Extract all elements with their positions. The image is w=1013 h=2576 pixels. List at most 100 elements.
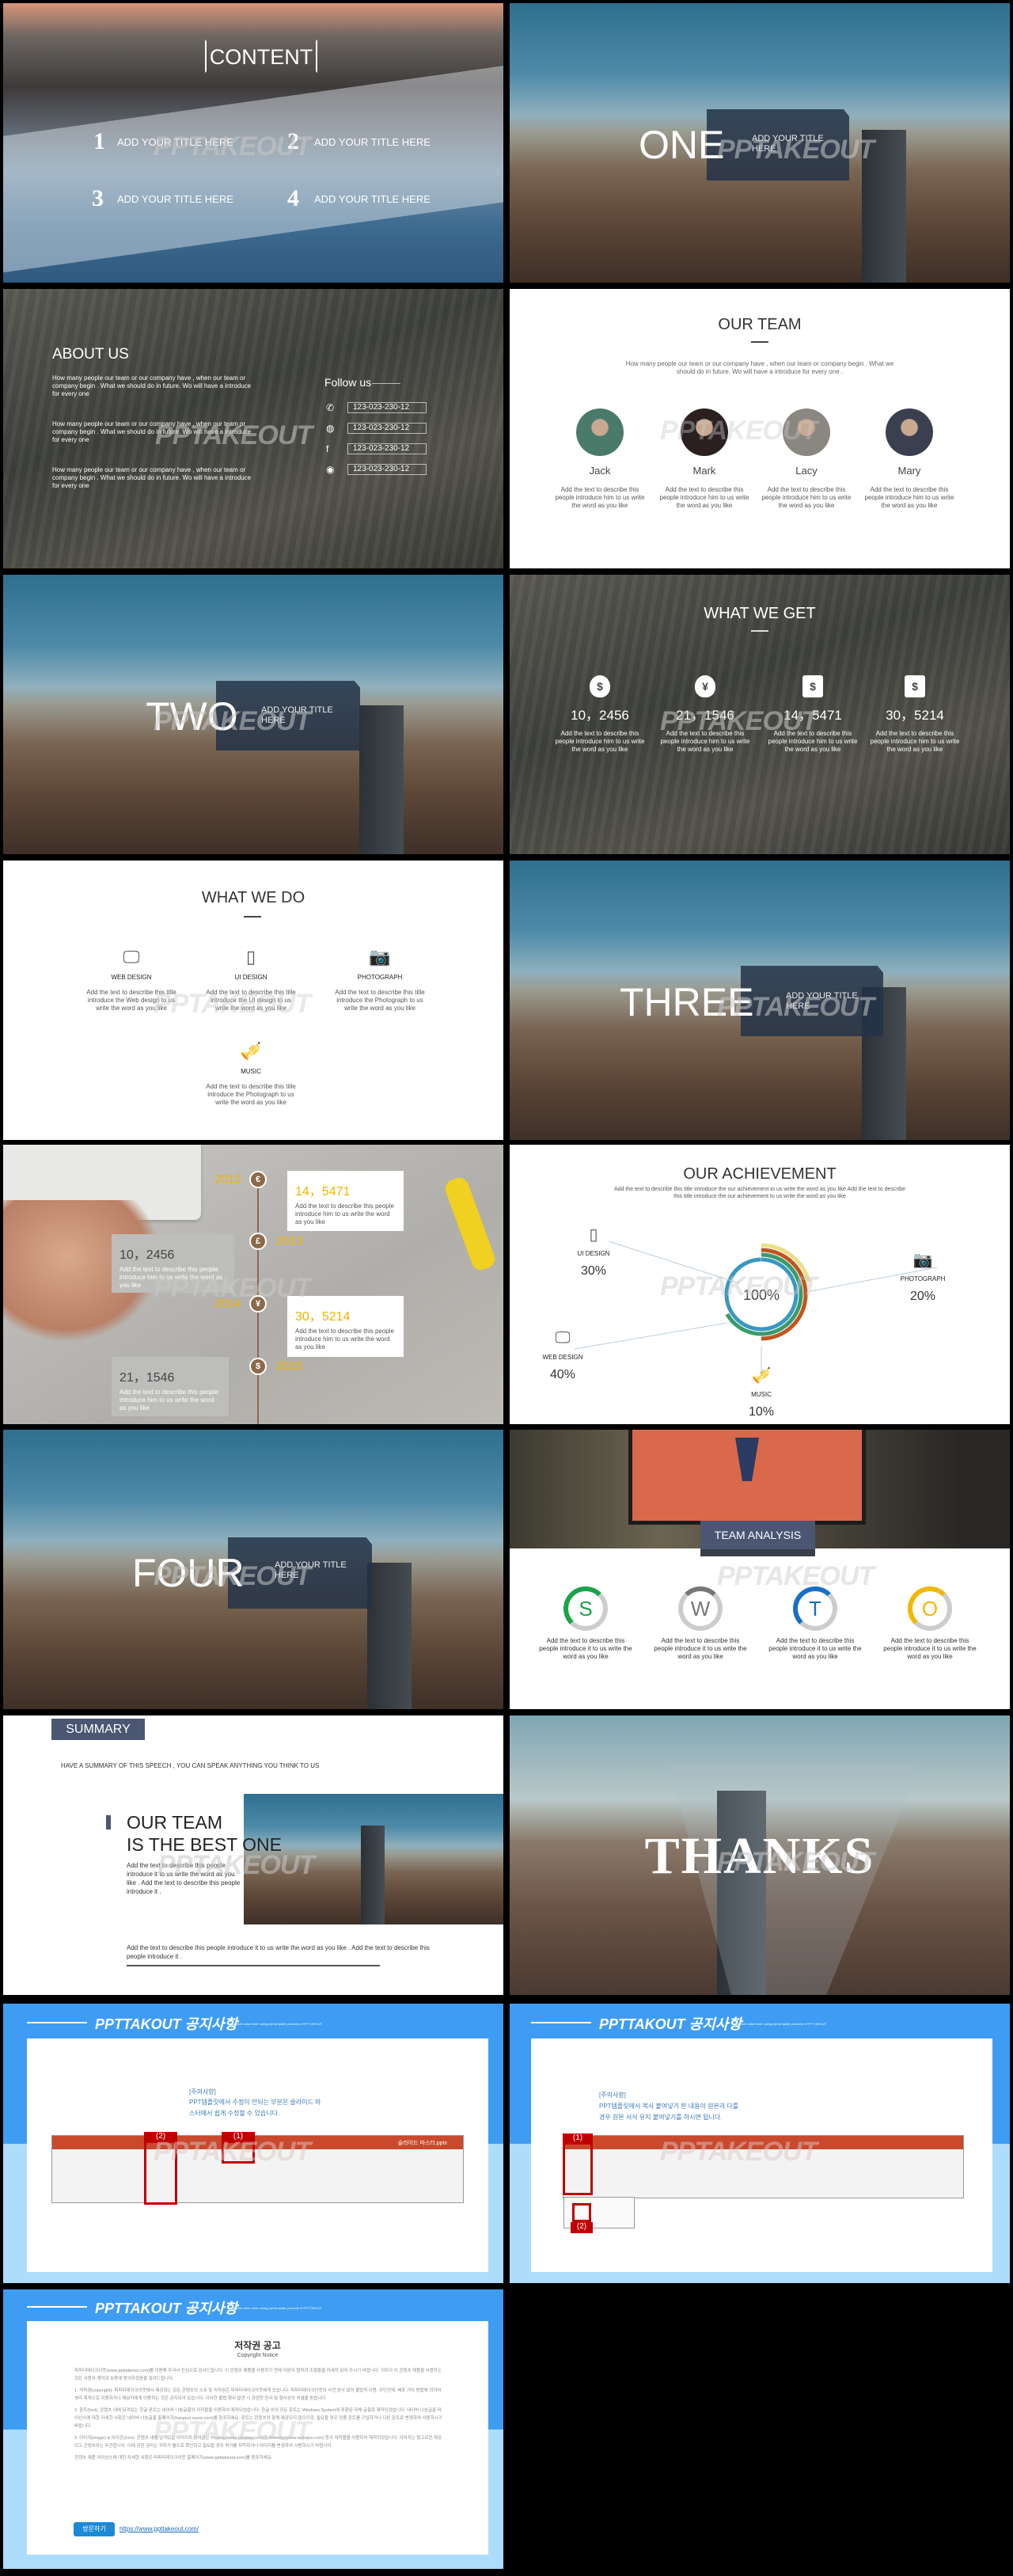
team-title: OUR TEAM	[718, 316, 802, 333]
stat-desc: Add the text to describe this people int…	[768, 730, 858, 753]
copyright-body: 피피티테이크아웃(www.ppttakeout.com)를 이용해 주셔서 진심…	[74, 2367, 443, 2462]
member-desc: Add the text to describe this people int…	[555, 486, 645, 509]
slide-our-team[interactable]: OUR TEAM How many people our team or our…	[510, 289, 1010, 568]
swot-desc: Add the text to describe this people int…	[654, 1637, 747, 1660]
member-name: Jack	[589, 465, 611, 477]
header-line	[531, 2022, 591, 2023]
notice-line: PPT템플릿에서 수정이 안되는 부분은 슬라이드 마	[189, 2099, 321, 2106]
copyright-subtitle: Copyright Notice	[237, 2353, 279, 2358]
weibo-icon: ◉	[326, 464, 335, 475]
item-title[interactable]: ADD YOUR TITLE HERE	[117, 136, 233, 148]
section-subtitle: ADD YOUR TITLE HERE	[752, 134, 824, 154]
slide-section-three[interactable]: THREE ADD YOUR TITLE HERE PPTAKEOUT	[510, 861, 1010, 1140]
slide-content[interactable]: CONTENT 1 ADD YOUR TITLE HERE 2 ADD YOUR…	[3, 3, 503, 283]
card-desc: Add the text to describe this people int…	[295, 1328, 394, 1351]
slide-team-analysis[interactable]: TEAM ANALYSIS S Add the text to describe…	[510, 1430, 1010, 1709]
building	[359, 705, 404, 854]
swot-circle-w: W	[678, 1586, 723, 1631]
slide-notice-2[interactable]: PPTTAKOUT 공지사항 Special notice when using…	[510, 2004, 1010, 2283]
achievement-label: WEB DESIGN	[542, 1354, 583, 1361]
trumpet-icon: 🎺	[240, 1041, 262, 1061]
achievement-label: MUSIC	[751, 1391, 772, 1398]
item-title[interactable]: ADD YOUR TITLE HERE	[314, 136, 431, 148]
timeline-card: 14，5471 Add the text to describe this pe…	[287, 1171, 404, 1231]
contact-value: 123-023-230-12	[347, 464, 427, 475]
team-analysis-title: TEAM ANALYSIS	[700, 1521, 815, 1549]
notice-card: [주의사항] PPT템플릿에서 수정이 안되는 부분은 슬라이드 마 스터에서 …	[27, 2038, 488, 2272]
get-title: WHAT WE GET	[704, 605, 816, 622]
team-intro: How many people our team or our company …	[625, 360, 894, 375]
section-subtitle: ADD YOUR TITLE HERE	[786, 991, 858, 1011]
copyright-paragraph: 2. 폰트(font): 콘텐츠 내에 담겨있는 한글 폰트는 네이버 나눔글꼴…	[74, 2408, 442, 2429]
achievement-value: 30%	[580, 1264, 607, 1278]
slide-what-we-get[interactable]: WHAT WE GET $ 10，2456 Add the text to de…	[510, 575, 1010, 854]
service-label: PHOTOGRAPH	[357, 974, 403, 981]
summary-desc: Add the text to describe this people int…	[127, 1862, 241, 1895]
donut-center-label: 100%	[742, 1287, 780, 1303]
summary-photo	[244, 1794, 503, 1924]
step-tag: (2)	[144, 2132, 177, 2143]
slide-what-we-do[interactable]: WHAT WE DO 🖵 WEB DESIGN Add the text to …	[3, 861, 503, 1140]
member-desc: Add the text to describe this people int…	[864, 486, 954, 509]
step-tag: (1)	[563, 2133, 593, 2145]
notice-card: [주의사항] PPT템플릿에서 복사 붙여넣기 한 내용이 원본과 다를 경우 …	[531, 2038, 992, 2272]
visit-button[interactable]: 방문하기	[74, 2522, 115, 2536]
card-desc: Add the text to describe this people int…	[120, 1389, 218, 1411]
card-value: 10，2456	[120, 1248, 175, 1262]
service-label: MUSIC	[241, 1068, 261, 1075]
swot-circle-o: O	[908, 1586, 952, 1631]
copyright-paragraph: 콘텐츠 제품 라이선스에 대한 자세한 사항은 피피티테이크아웃 홈페이지(ww…	[74, 2456, 273, 2460]
notice-brand: PPTTAKOUT 공지사항	[95, 2016, 237, 2032]
camera-icon: 📷	[912, 1251, 933, 1269]
monitor-icon: 🖵	[123, 947, 140, 967]
service-desc: Add the text to describe this title intr…	[86, 989, 176, 1012]
card-desc: Add the text to describe this people int…	[295, 1203, 394, 1225]
section-number: FOUR	[132, 1551, 245, 1595]
slide-timeline[interactable]: € 2012 £ 2013 ¥ 2014 $ 2015 14，5471 Add the…	[3, 1145, 503, 1424]
item-title[interactable]: ADD YOUR TITLE HERE	[314, 193, 431, 205]
summary-lead: HAVE A SUMMARY OF THIS SPEECH , YOU CAN …	[61, 1762, 320, 1769]
timeline-year: 2013	[276, 1234, 303, 1248]
swot-desc: Add the text to describe this people int…	[768, 1637, 862, 1660]
leader-line	[574, 1322, 728, 1350]
slide-copyright-notice[interactable]: PPTTAKOUT 공지사항 Special notice when using…	[3, 2289, 503, 2569]
slide-section-two[interactable]: TWO ADD YOUR TITLE HERE PPTAKEOUT	[3, 575, 503, 854]
slide-summary[interactable]: SUMMARY HAVE A SUMMARY OF THIS SPEECH , …	[3, 1715, 503, 1995]
header-line	[27, 2022, 87, 2023]
swot-circle-s: S	[563, 1586, 608, 1631]
achievement-value: 20%	[909, 1290, 936, 1303]
copyright-title: 저작권 공고	[234, 2340, 281, 2351]
slide-section-one[interactable]: ONE ADD YOUR TITLE HERE PPTAKEOUT	[510, 3, 1010, 283]
slide-notice-1[interactable]: PPTTAKOUT 공지사항 Special notice when using…	[3, 2004, 503, 2283]
item-number: 2	[287, 128, 299, 154]
ribbon-screenshot	[563, 2135, 964, 2198]
avatar	[681, 408, 728, 456]
member-name: Mary	[897, 465, 921, 477]
slide-thanks[interactable]: THANKS PPTAKEOUT	[510, 1715, 1010, 1995]
slide-section-four[interactable]: FOUR ADD YOUR TITLE HERE PPTAKEOUT	[3, 1430, 503, 1709]
smartphone-icon: ▯	[245, 947, 256, 967]
about-paragraph: How many people our team or our company …	[52, 374, 252, 397]
item-title[interactable]: ADD YOUR TITLE HERE	[117, 193, 233, 205]
slide-about-us[interactable]: ABOUT US How many people our team or our…	[3, 289, 503, 568]
watermark: PPTAKEOUT	[717, 1561, 875, 1591]
contact-value: 123-023-230-12	[347, 443, 427, 454]
highlight-box	[572, 2203, 591, 2222]
briefcase-dollar-icon: $	[802, 675, 823, 697]
achievement-value: 10%	[748, 1405, 775, 1419]
swot-desc: Add the text to describe this people int…	[539, 1637, 632, 1660]
section-number: THREE	[620, 980, 754, 1024]
building	[862, 130, 906, 283]
about-title: ABOUT US	[52, 346, 129, 363]
summary-heading: OUR TEAM	[127, 1812, 222, 1833]
timeline-year: 2012	[214, 1172, 241, 1186]
card-value: 30，5214	[295, 1310, 351, 1324]
dollar-icon: $	[249, 1358, 267, 1375]
slide-our-achievement[interactable]: OUR ACHIEVEMENT Add the text to describe…	[510, 1145, 1010, 1424]
wechat-icon: ◍	[326, 423, 335, 434]
follow-label: Follow us	[324, 376, 372, 389]
step-tag: (2)	[571, 2222, 593, 2233]
avatar	[783, 408, 830, 456]
euro-icon: €	[249, 1171, 267, 1188]
website-link[interactable]: https://www.ppttakeout.com/	[120, 2525, 199, 2532]
